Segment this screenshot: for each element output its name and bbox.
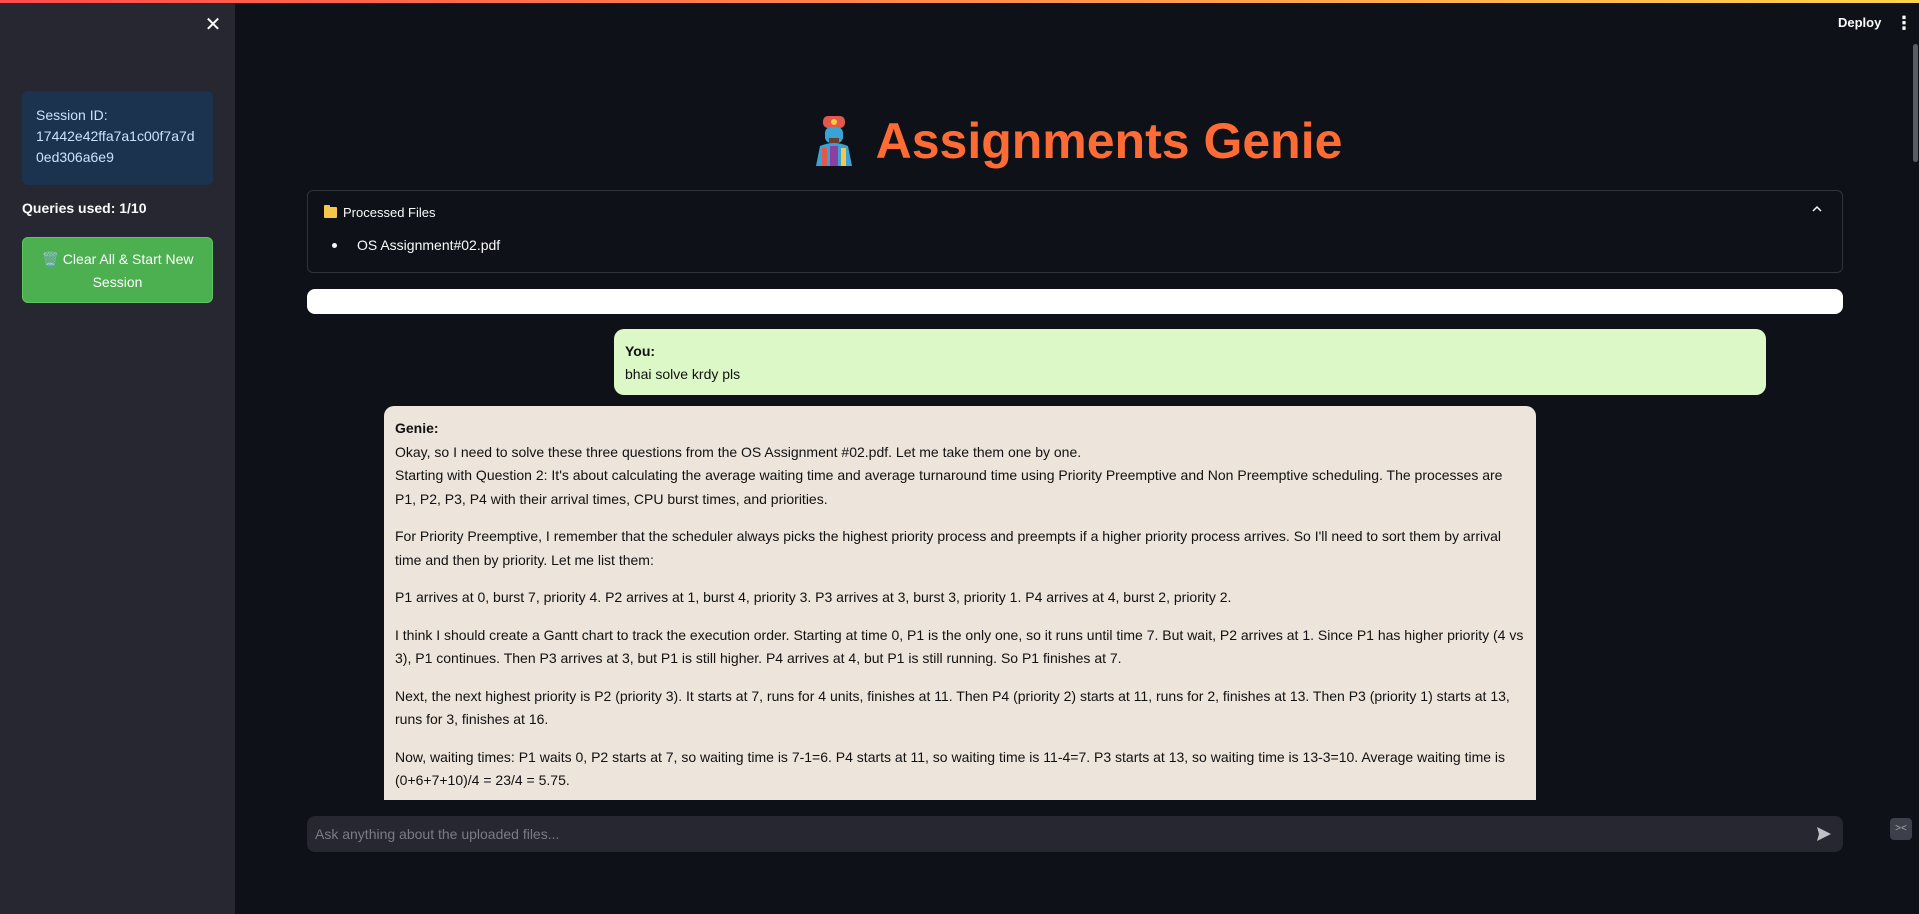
clear-all-button[interactable]: 🗑️ Clear All & Start New Session — [22, 237, 213, 303]
file-name: OS Assignment#02.pdf — [357, 237, 501, 253]
folder-icon — [324, 205, 337, 218]
deploy-button[interactable]: Deploy — [1838, 15, 1881, 30]
user-role-label: You: — [625, 343, 656, 359]
list-item: OS Assignment#02.pdf — [324, 237, 500, 253]
genie-paragraph: P1 arrives at 0, burst 7, priority 4. P2… — [395, 589, 1232, 605]
chat-input-container — [307, 816, 1843, 852]
session-info-box: Session ID: 17442e42ffa7a1c00f7a7d0ed306… — [22, 91, 213, 185]
chat-input[interactable] — [315, 816, 1795, 852]
genie-paragraph: I think I should create a Gantt chart to… — [395, 626, 1524, 667]
title-container: Assignments Genie — [235, 112, 1919, 171]
chevron-up-icon[interactable] — [1812, 204, 1822, 214]
collapse-icon[interactable]: >< — [1890, 818, 1912, 840]
genie-message: Genie: Okay, so I need to solve these th… — [384, 406, 1536, 800]
top-progress-decoration — [0, 0, 1919, 3]
user-message-text: bhai solve krdy pls — [625, 366, 741, 382]
session-id: 17442e42ffa7a1c00f7a7d0ed306a6e9 — [36, 128, 195, 165]
expander-header[interactable]: Processed Files — [324, 205, 435, 220]
genie-paragraph: For Priority Preemptive, I remember that… — [395, 528, 1502, 568]
expander-label: Processed Files — [343, 205, 436, 220]
sidebar: ✕ Session ID: 17442e42ffa7a1c00f7a7d0ed3… — [0, 0, 235, 914]
session-label: Session ID: — [36, 107, 108, 123]
genie-paragraph: Now, waiting times: P1 waits 0, P2 start… — [395, 748, 1506, 789]
genie-paragraph: Okay, so I need to solve these three que… — [395, 443, 1082, 460]
genie-role-label: Genie: — [395, 420, 439, 436]
queries-used: Queries used: 1/10 — [22, 200, 147, 216]
main-menu-icon[interactable]: ⋮ — [1895, 12, 1913, 34]
send-icon[interactable] — [1815, 825, 1833, 843]
close-icon[interactable]: ✕ — [202, 14, 224, 36]
page-title: Assignments Genie — [812, 112, 1343, 170]
genie-icon — [815, 116, 852, 166]
user-message: You: bhai solve krdy pls — [614, 329, 1766, 395]
blank-bar — [307, 289, 1843, 314]
file-list: OS Assignment#02.pdf — [324, 237, 500, 253]
title-text: Assignments Genie — [875, 113, 1343, 169]
genie-paragraph: Starting with Question 2: It's about cal… — [395, 467, 1503, 507]
bullet-icon — [332, 242, 337, 248]
genie-paragraph: Next, the next highest priority is P2 (p… — [395, 687, 1510, 728]
processed-files-expander[interactable]: Processed Files OS Assignment#02.pdf — [307, 190, 1843, 273]
